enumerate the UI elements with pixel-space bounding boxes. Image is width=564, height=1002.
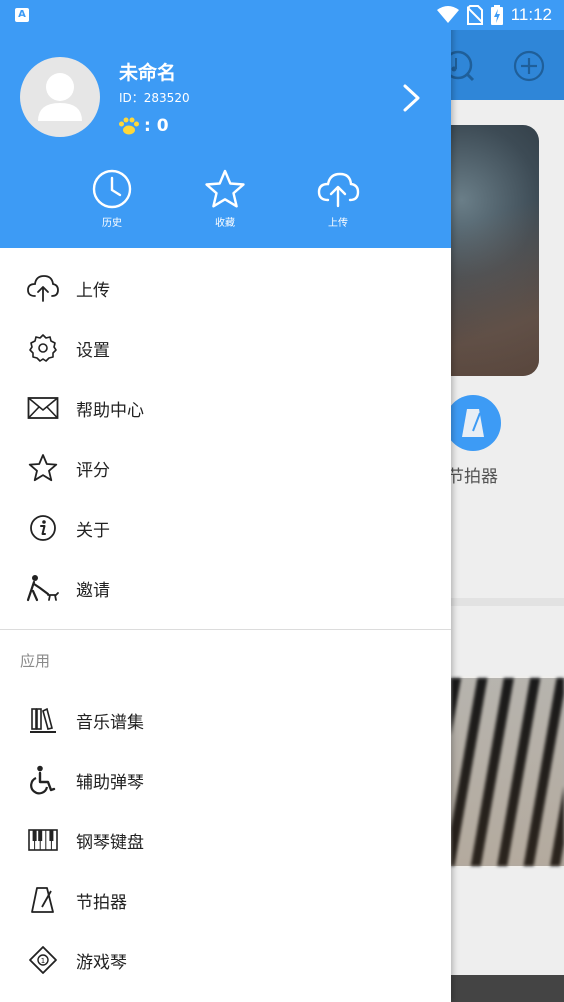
avatar[interactable] — [20, 57, 100, 137]
menu-label-invite: 邀请 — [76, 580, 110, 601]
person-walking-dog-icon — [26, 571, 60, 605]
menu-label-about: 关于 — [76, 520, 110, 541]
status-bar: A 11:12 — [0, 0, 564, 30]
quick-favorites-label: 收藏 — [215, 218, 235, 229]
menu-label-settings: 设置 — [76, 340, 110, 361]
metronome-icon — [26, 883, 60, 917]
menu-item-invite[interactable]: 邀请 — [0, 558, 451, 618]
background-bottom-image — [451, 975, 564, 1002]
mail-icon — [26, 391, 60, 425]
menu-item-rate[interactable]: 评分 — [0, 438, 451, 498]
quick-upload-button[interactable]: 上传 — [298, 168, 378, 229]
quick-favorites-button[interactable]: 收藏 — [185, 168, 265, 229]
menu-label-game-piano: 游戏琴 — [76, 952, 127, 973]
svg-text:1: 1 — [41, 957, 45, 965]
menu-label-help-center: 帮助中心 — [76, 400, 144, 421]
quick-history-button[interactable]: 历史 — [72, 168, 152, 229]
menu-label-metronome: 节拍器 — [76, 892, 127, 913]
books-icon — [26, 703, 60, 737]
apps-section-title: 应用 — [20, 652, 51, 670]
piano-keys-icon — [26, 823, 60, 857]
menu-label-upload: 上传 — [76, 280, 110, 301]
menu-item-assisted-play[interactable]: 辅助弹琴 — [0, 750, 451, 810]
piano-banner-shade — [451, 678, 564, 866]
metronome-app-icon[interactable] — [445, 395, 501, 451]
menu-label-music-scores: 音乐谱集 — [76, 712, 144, 733]
paw-icon — [119, 117, 139, 135]
navigation-drawer: 未命名 ID：283520 : 0 历史 收藏 上传 上传 设置 帮助中心 评分… — [0, 0, 451, 1002]
menu-divider — [0, 629, 451, 630]
star-icon — [205, 169, 245, 208]
menu-item-piano-keyboard[interactable]: 钢琴键盘 — [0, 810, 451, 870]
menu-label-piano-keyboard: 钢琴键盘 — [76, 832, 144, 853]
battery-charging-icon — [490, 5, 503, 25]
quick-history-label: 历史 — [102, 218, 122, 229]
menu-item-music-scores[interactable]: 音乐谱集 — [0, 690, 451, 750]
menu-item-upload[interactable]: 上传 — [0, 258, 451, 318]
upload-cloud-icon — [317, 172, 360, 208]
chevron-right-icon[interactable] — [398, 82, 426, 114]
menu-item-about[interactable]: 关于 — [0, 498, 451, 558]
drawer-header: 未命名 ID：283520 : 0 历史 收藏 上传 — [0, 0, 451, 248]
menu-item-settings[interactable]: 设置 — [0, 318, 451, 378]
menu-item-metronome[interactable]: 节拍器 — [0, 870, 451, 930]
info-icon — [26, 511, 60, 545]
menu-item-game-piano[interactable]: 1 游戏琴 — [0, 930, 451, 990]
avatar-placeholder-icon — [38, 73, 82, 121]
star-icon — [26, 451, 60, 485]
clock-icon — [92, 169, 132, 209]
quick-upload-label: 上传 — [328, 218, 348, 229]
wifi-icon — [436, 6, 459, 23]
points-row: : 0 — [118, 116, 169, 136]
points-value: : 0 — [144, 116, 169, 136]
user-id: ID：283520 — [119, 91, 190, 105]
wheelchair-icon — [26, 763, 60, 797]
background-divider — [451, 598, 564, 606]
menu-label-assisted-play: 辅助弹琴 — [76, 772, 144, 793]
no-sim-icon — [466, 5, 483, 25]
menu-item-help-center[interactable]: 帮助中心 — [0, 378, 451, 438]
menu-label-rate: 评分 — [76, 460, 110, 481]
gear-icon — [26, 331, 60, 365]
upload-cloud-icon — [26, 271, 60, 305]
game-diamond-icon: 1 — [26, 943, 60, 977]
notification-app-icon: A — [15, 8, 29, 22]
metronome-app-label: 节拍器 — [447, 467, 498, 487]
status-time: 11:12 — [510, 5, 552, 24]
add-icon[interactable] — [512, 49, 546, 83]
user-name[interactable]: 未命名 — [119, 58, 176, 85]
